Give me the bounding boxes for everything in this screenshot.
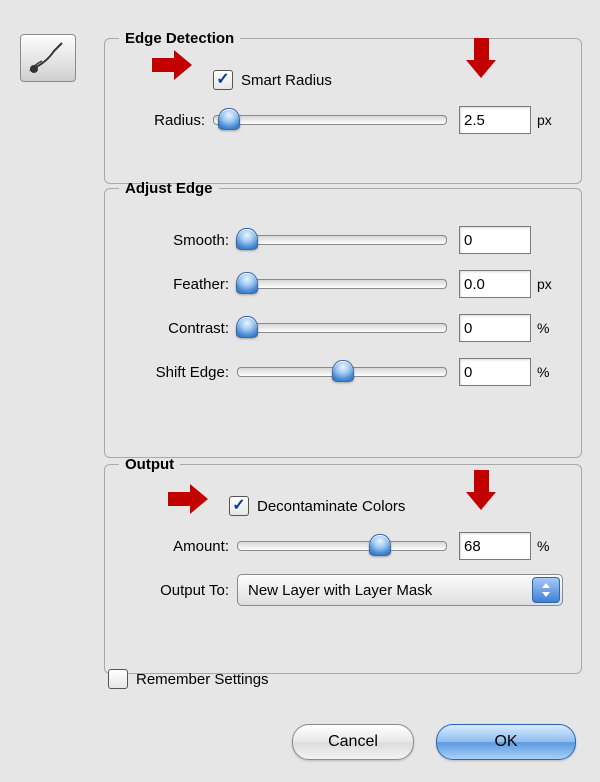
shift-edge-label: Shift Edge: — [119, 364, 237, 381]
adjust-edge-legend: Adjust Edge — [119, 180, 219, 197]
decontaminate-label: Decontaminate Colors — [257, 498, 405, 515]
smooth-thumb[interactable] — [236, 228, 258, 250]
refine-edge-panel: Edge Detection Smart Radius Radius: px A… — [0, 0, 600, 782]
amount-slider[interactable] — [237, 541, 447, 551]
output-group: Output Decontaminate Colors Amount: % Ou… — [104, 456, 582, 674]
remember-settings-label: Remember Settings — [136, 671, 269, 688]
contrast-unit: % — [531, 320, 567, 336]
output-to-value: New Layer with Layer Mask — [248, 582, 432, 599]
cancel-button[interactable]: Cancel — [292, 724, 414, 760]
output-to-label: Output To: — [119, 582, 237, 599]
shift-edge-input[interactable] — [459, 358, 531, 386]
output-to-select[interactable]: New Layer with Layer Mask — [237, 574, 563, 606]
remember-settings-checkbox[interactable] — [108, 669, 128, 689]
smooth-input[interactable] — [459, 226, 531, 254]
remember-settings-row: Remember Settings — [108, 664, 269, 694]
smooth-label: Smooth: — [119, 232, 237, 249]
amount-thumb[interactable] — [369, 534, 391, 556]
radius-input[interactable] — [459, 106, 531, 134]
radius-label: Radius: — [119, 112, 213, 129]
select-arrows-icon — [532, 577, 560, 603]
adjust-edge-group: Adjust Edge Smooth: Feather: px Contrast… — [104, 180, 582, 458]
dialog-buttons: Cancel OK — [292, 724, 576, 760]
smooth-slider[interactable] — [237, 235, 447, 245]
shift-edge-slider[interactable] — [237, 367, 447, 377]
edge-detection-group: Edge Detection Smart Radius Radius: px — [104, 30, 582, 184]
smart-radius-checkbox[interactable] — [213, 70, 233, 90]
brush-icon — [28, 41, 68, 75]
output-legend: Output — [119, 456, 180, 473]
amount-label: Amount: — [119, 538, 237, 555]
contrast-input[interactable] — [459, 314, 531, 342]
ok-button[interactable]: OK — [436, 724, 576, 760]
feather-input[interactable] — [459, 270, 531, 298]
contrast-slider[interactable] — [237, 323, 447, 333]
feather-slider[interactable] — [237, 279, 447, 289]
edge-detection-legend: Edge Detection — [119, 30, 240, 47]
feather-thumb[interactable] — [236, 272, 258, 294]
smart-radius-label: Smart Radius — [241, 72, 332, 89]
feather-unit: px — [531, 276, 567, 292]
amount-unit: % — [531, 538, 567, 554]
shift-edge-thumb[interactable] — [332, 360, 354, 382]
shift-edge-unit: % — [531, 364, 567, 380]
contrast-label: Contrast: — [119, 320, 237, 337]
refine-brush-tool-button[interactable] — [20, 34, 76, 82]
amount-input[interactable] — [459, 532, 531, 560]
feather-label: Feather: — [119, 276, 237, 293]
radius-unit: px — [531, 112, 567, 128]
radius-thumb[interactable] — [218, 108, 240, 130]
decontaminate-checkbox[interactable] — [229, 496, 249, 516]
radius-slider[interactable] — [213, 115, 447, 125]
contrast-thumb[interactable] — [236, 316, 258, 338]
